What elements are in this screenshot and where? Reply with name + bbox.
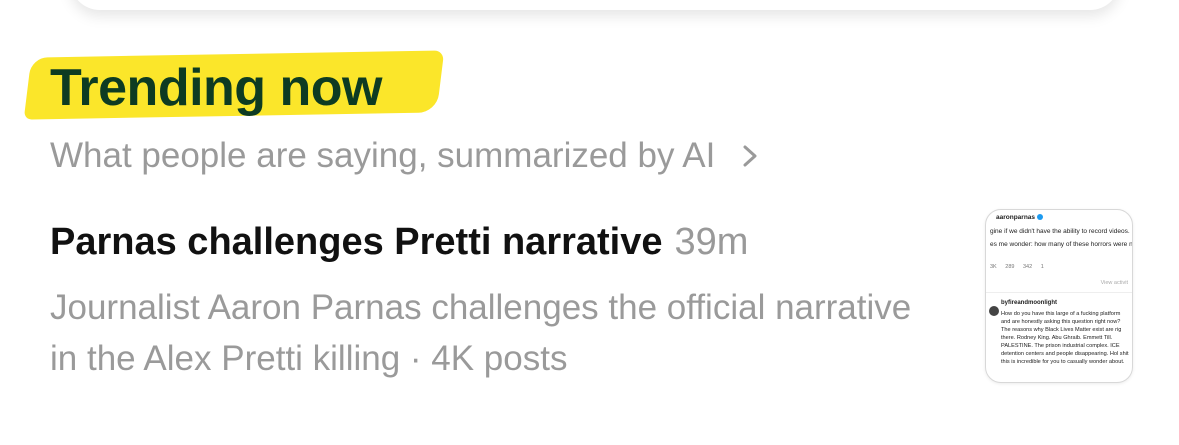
thumbnail-username: aaronparnas — [996, 214, 1044, 222]
chevron-right-icon — [743, 145, 757, 167]
ai-summary-link[interactable]: What people are saying, summarized by AI — [50, 134, 763, 178]
thumbnail-divider — [986, 292, 1132, 293]
section-title: Trending now — [50, 59, 382, 117]
section-header: Trending now — [23, 50, 445, 120]
trend-title: Parnas challenges Pretti narrative — [50, 221, 663, 263]
thumbnail-text-line: gine if we didn't have the ability to re… — [990, 228, 1130, 235]
share-count: 1 — [1040, 264, 1044, 270]
trend-description: Journalist Aaron Parnas challenges the o… — [50, 288, 912, 378]
trend-item[interactable]: Parnas challenges Pretti narrative 39m — [50, 218, 748, 266]
thumbnail-text-line: es me wonder: how many of these horrors … — [990, 241, 1133, 248]
avatar — [989, 306, 999, 316]
reply-username: byfireandmoonlight — [1001, 300, 1057, 306]
section-subtitle: What people are saying, summarized by AI — [50, 136, 716, 175]
thumbnail-stats: 3K 289 342 1 — [990, 263, 1051, 271]
like-count: 3K — [990, 264, 997, 270]
trend-thumbnail[interactable]: aaronparnas gine if we didn't have the a… — [985, 209, 1133, 383]
trend-time: 39m — [674, 221, 749, 263]
previous-card-edge — [70, 0, 1120, 10]
view-activity: View activit — [1100, 280, 1128, 286]
reply-text: How do you have this large of a fucking … — [1001, 311, 1129, 365]
repost-count: 342 — [1022, 264, 1033, 270]
verified-badge-icon — [1037, 214, 1044, 221]
comment-count: 289 — [1005, 264, 1015, 270]
